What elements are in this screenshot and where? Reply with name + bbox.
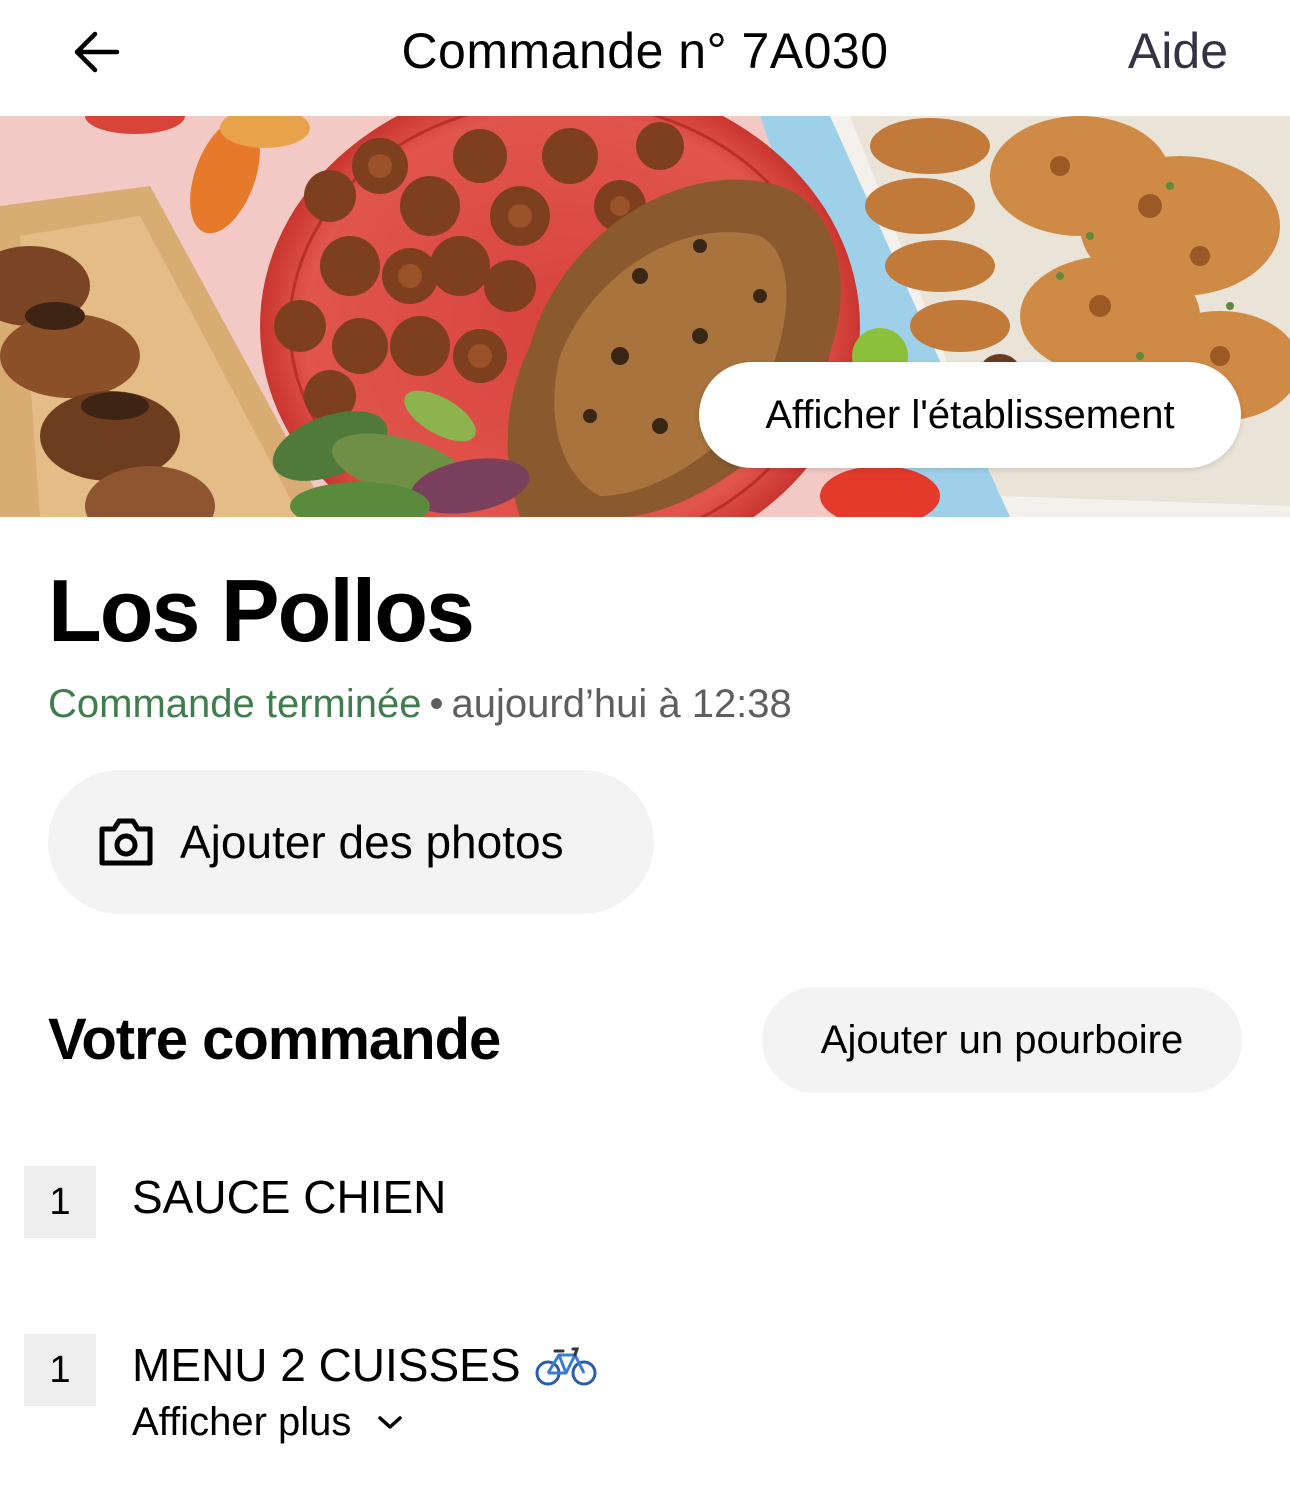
item-name: SAUCE CHIEN [132,1170,446,1224]
item-name-text: MENU 2 CUISSES [132,1339,521,1391]
page-title: Commande n° 7A030 [401,23,889,79]
help-link[interactable]: Aide [1128,22,1228,80]
item-name: MENU 2 CUISSES [132,1338,597,1392]
order-section-title: Votre commande [48,1007,501,1072]
bicycle-icon [535,1347,597,1386]
show-more-link[interactable]: Afficher plus [132,1400,403,1445]
top-bar: Commande n° 7A030 Aide [0,0,1290,116]
order-item: 1 SAUCE CHIEN [24,1166,1266,1246]
view-store-button[interactable]: Afficher l'établissement [699,362,1241,468]
add-photos-label: Ajouter des photos [180,816,564,868]
chevron-down-icon [378,1415,403,1429]
order-status-line: Commande terminée • aujourd’hui à 12:38 [48,682,792,727]
add-photos-button[interactable]: Ajouter des photos [48,770,654,914]
item-quantity: 1 [24,1166,96,1238]
store-name: Los Pollos [48,561,475,660]
order-time: aujourd’hui à 12:38 [451,682,792,726]
item-name-text: SAUCE CHIEN [132,1171,447,1223]
status-separator: • [429,682,444,726]
item-quantity: 1 [24,1334,96,1406]
add-tip-button[interactable]: Ajouter un pourboire [762,987,1242,1093]
show-more-label: Afficher plus [132,1400,352,1444]
order-item: 1 MENU 2 CUISSES Afficher plus [24,1334,1266,1454]
camera-icon [99,818,153,866]
order-status: Commande terminée [48,682,422,726]
